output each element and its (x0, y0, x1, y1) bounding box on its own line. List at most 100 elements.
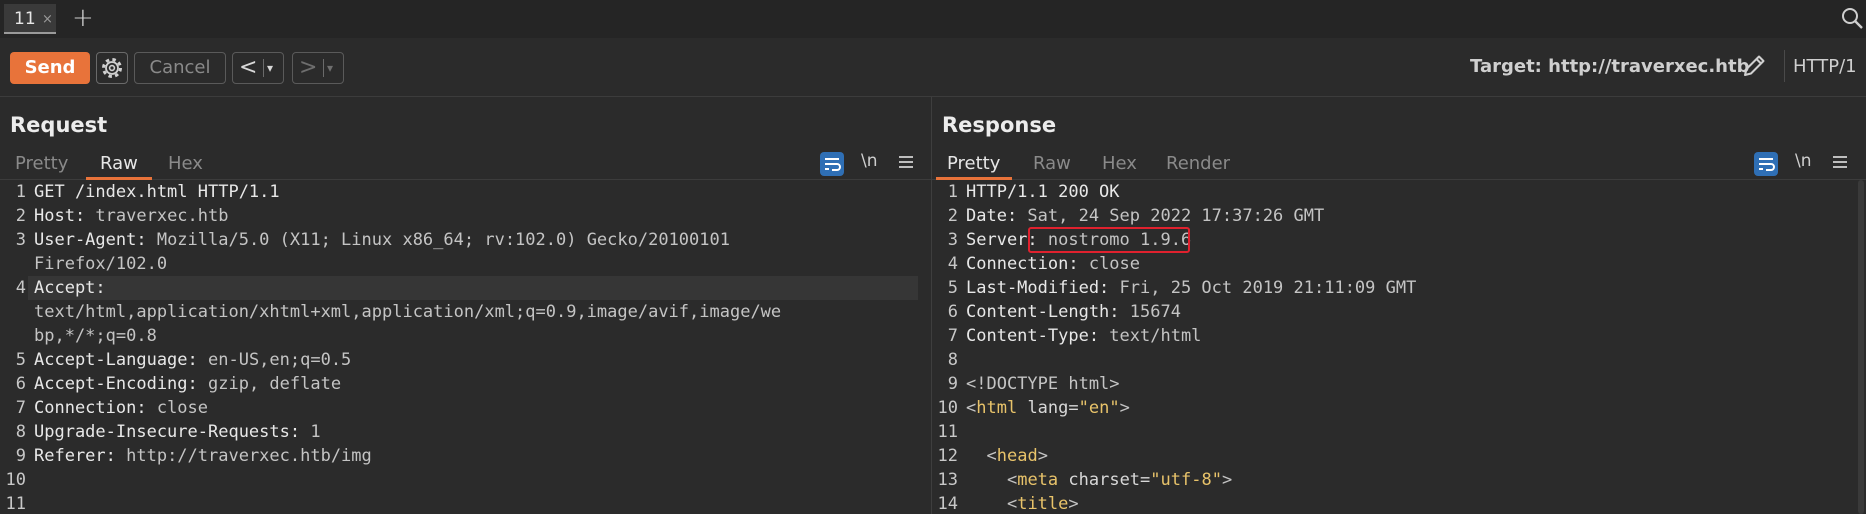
tab-raw[interactable]: Raw (100, 153, 138, 174)
history-back-button[interactable]: < ▾ (232, 52, 284, 84)
tab-hex[interactable]: Hex (1102, 153, 1137, 174)
line-number: 4 (15, 278, 26, 298)
header-name: Content-Type: (966, 326, 1100, 346)
request-title: Request (10, 113, 108, 137)
line-number: 6 (15, 374, 26, 394)
settings-button[interactable] (96, 52, 128, 84)
tab-hex[interactable]: Hex (168, 153, 203, 174)
header-value: text/html (1099, 326, 1202, 346)
line-number: 11 (5, 494, 26, 514)
tab-pretty[interactable]: Pretty (15, 153, 68, 174)
hamburger-menu-icon[interactable] (1832, 154, 1848, 170)
line-number: 1 (947, 182, 958, 202)
line-number: 10 (937, 398, 958, 418)
tab-render[interactable]: Render (1166, 153, 1230, 174)
bracket: > (1221, 470, 1233, 490)
tag-name: meta (1017, 470, 1059, 490)
tag-name: head (996, 446, 1038, 466)
header-name: Accept: (34, 278, 106, 298)
header-name: User-Agent: (34, 230, 147, 250)
header-value: Sat, 24 Sep 2022 17:37:26 GMT (1017, 206, 1325, 226)
send-button[interactable]: Send (10, 52, 90, 84)
tab-label: 11 (14, 9, 36, 29)
toolbar-divider (1784, 50, 1785, 82)
line-number: 9 (947, 374, 958, 394)
vertical-scrollbar[interactable] (1858, 180, 1864, 514)
line-number: 11 (937, 422, 958, 442)
status-line: HTTP/1.1 200 OK (966, 182, 1120, 202)
header-name: Date: (966, 206, 1018, 226)
header-name: Connection: (34, 398, 147, 418)
current-line-highlight (28, 276, 918, 300)
header-value: 15674 (1119, 302, 1181, 322)
gear-icon (102, 58, 122, 78)
line-number: 5 (947, 278, 958, 298)
line-number: 10 (5, 470, 26, 490)
tab-pretty[interactable]: Pretty (947, 153, 1000, 174)
tag-name: html (976, 398, 1018, 418)
header-value: 1 (300, 422, 321, 442)
show-newlines-button[interactable]: \n (861, 151, 878, 171)
hamburger-menu-icon[interactable] (898, 154, 914, 170)
line-number: 13 (937, 470, 958, 490)
pencil-icon[interactable] (1740, 52, 1768, 80)
word-wrap-button[interactable] (1754, 152, 1778, 176)
back-history-dropdown[interactable]: ▾ (267, 56, 273, 80)
forward-history-dropdown[interactable]: ▾ (327, 56, 333, 80)
header-name: Connection: (966, 254, 1079, 274)
header-name: Referer: (34, 446, 116, 466)
close-tab-icon[interactable]: × (42, 12, 53, 27)
header-value: traverxec.htb (85, 206, 229, 226)
response-title: Response (942, 113, 1057, 137)
tab-raw[interactable]: Raw (1033, 153, 1071, 174)
line-number: 7 (947, 326, 958, 346)
response-pane: Response Pretty Raw Hex Render \n 1 HTTP/… (932, 97, 1866, 514)
header-name: Accept-Encoding: (34, 374, 198, 394)
request-pane: Request Pretty Raw Hex \n 1 GET /index.ht… (0, 97, 932, 514)
header-value: close (146, 398, 209, 418)
line-number: 14 (937, 494, 958, 514)
bracket: > (1068, 494, 1079, 514)
http-version-selector[interactable]: HTTP/1 (1793, 56, 1857, 77)
separator (263, 59, 264, 77)
show-newlines-button[interactable]: \n (1795, 151, 1812, 171)
header-value: text/html,application/xhtml+xml,applicat… (34, 302, 782, 322)
response-editor[interactable]: 1 HTTP/1.1 200 OK 2 Date: Sat, 24 Sep 2022… (932, 180, 1866, 514)
attr-name: lang= (1017, 398, 1079, 418)
line-number: 7 (15, 398, 26, 418)
tab-strip: 11 × + (0, 0, 1866, 38)
header-name: Upgrade-Insecure-Requests: (34, 422, 301, 442)
line-number: 12 (937, 446, 958, 466)
repeater-tab-11[interactable]: 11 × (4, 4, 56, 34)
new-tab-button[interactable]: + (72, 4, 94, 32)
header-value: Mozilla/5.0 (X11; Linux x86_64; rv:102.0… (146, 230, 730, 250)
header-name: Accept-Language: (34, 350, 198, 370)
search-icon[interactable] (1840, 6, 1864, 30)
back-arrow-icon: < (239, 55, 258, 80)
bracket: > (1119, 398, 1130, 418)
line-number: 5 (15, 350, 26, 370)
tag-name: title (1017, 494, 1069, 514)
bracket: < (1006, 494, 1018, 514)
header-value: close (1078, 254, 1141, 274)
request-editor[interactable]: 1 GET /index.html HTTP/1.1 2 Host: traverx… (0, 180, 931, 514)
line-number: 8 (947, 350, 958, 370)
bracket: < (1006, 470, 1018, 490)
line-number: 3 (15, 230, 26, 250)
forward-arrow-icon: > (299, 55, 318, 80)
header-name: Last-Modified: (966, 278, 1110, 298)
separator (323, 59, 324, 77)
header-value: Firefox/102.0 (34, 254, 168, 274)
header-value: en-US,en;q=0.5 (197, 350, 352, 370)
header-value: bp,*/*;q=0.8 (34, 326, 157, 346)
cancel-button[interactable]: Cancel (134, 52, 226, 84)
line-number: 4 (947, 254, 958, 274)
header-value: Fri, 25 Oct 2019 21:11:09 GMT (1109, 278, 1417, 298)
line-number: 8 (15, 422, 26, 442)
toolbar: Send Cancel < ▾ > ▾ Target: http://trave… (0, 38, 1866, 97)
history-forward-button[interactable]: > ▾ (292, 52, 344, 84)
word-wrap-button[interactable] (820, 152, 844, 176)
